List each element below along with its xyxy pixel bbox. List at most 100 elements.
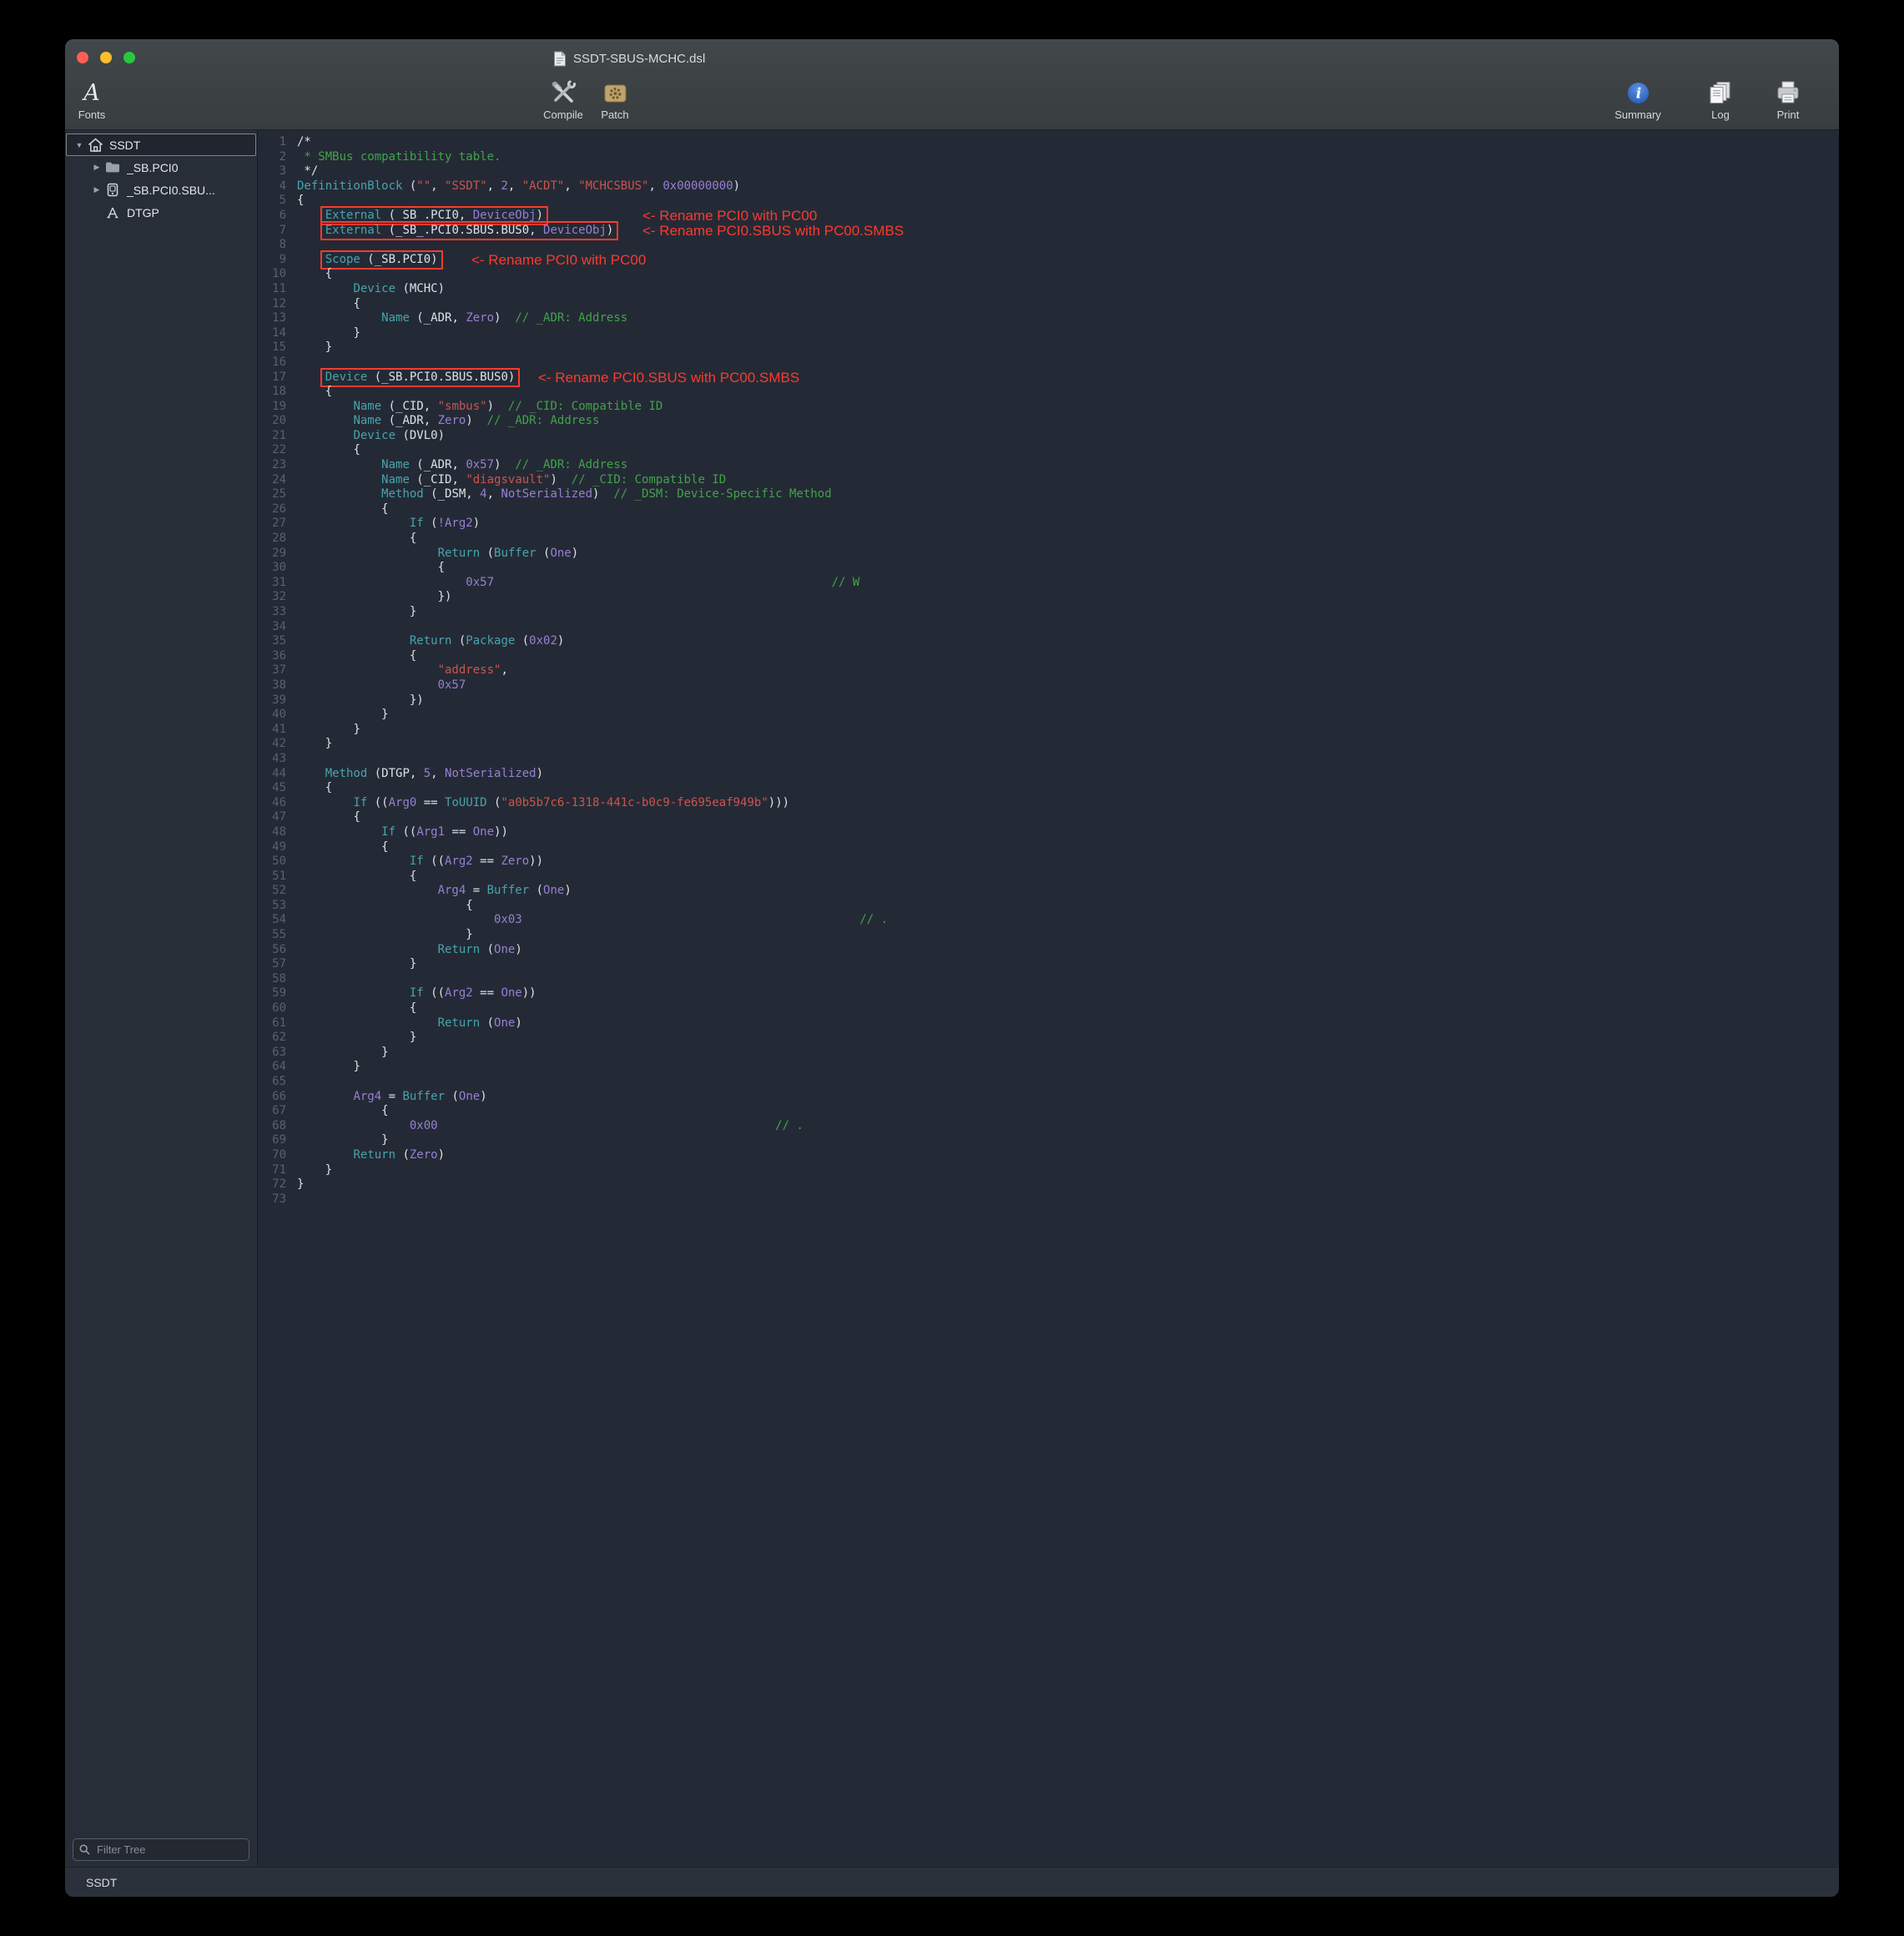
patch-button[interactable]: Patch xyxy=(569,78,661,121)
code-line[interactable]: 26 { xyxy=(258,502,1839,517)
filter-tree-input[interactable] xyxy=(95,1843,243,1857)
code-line[interactable]: 44 Method (DTGP, 5, NotSerialized) xyxy=(258,767,1839,782)
code-line[interactable]: 1/* xyxy=(258,135,1839,150)
filter-tree-field[interactable] xyxy=(73,1838,249,1861)
line-number: 60 xyxy=(258,1001,297,1016)
code-line[interactable]: 69 } xyxy=(258,1133,1839,1148)
code-line[interactable]: 17 Device (_SB.PCI0.SBUS.BUS0)<- Rename … xyxy=(258,371,1839,386)
printer-icon xyxy=(1775,78,1801,108)
code-line[interactable]: 65 xyxy=(258,1075,1839,1090)
disclosure-triangle-icon[interactable]: ▶ xyxy=(90,163,103,172)
code-line[interactable]: 31 0x57 // W xyxy=(258,576,1839,591)
disclosure-triangle-icon[interactable]: ▶ xyxy=(90,185,103,194)
code-line[interactable]: 45 { xyxy=(258,781,1839,796)
code-line[interactable]: 8 xyxy=(258,238,1839,253)
code-line[interactable]: 4DefinitionBlock ("", "SSDT", 2, "ACDT",… xyxy=(258,179,1839,194)
code-line[interactable]: 46 If ((Arg0 == ToUUID ("a0b5b7c6-1318-4… xyxy=(258,796,1839,811)
code-line[interactable]: 48 If ((Arg1 == One)) xyxy=(258,825,1839,840)
code-line[interactable]: 38 0x57 xyxy=(258,678,1839,693)
code-line[interactable]: 51 { xyxy=(258,870,1839,885)
code-line[interactable]: 72} xyxy=(258,1177,1839,1192)
code-line[interactable]: 59 If ((Arg2 == One)) xyxy=(258,986,1839,1001)
code-line[interactable]: 9 Scope (_SB.PCI0)<- Rename PCI0 with PC… xyxy=(258,253,1839,268)
code-line[interactable]: 27 If (!Arg2) xyxy=(258,517,1839,532)
tree-row-dtgp[interactable]: DTGP xyxy=(65,201,257,224)
code-line[interactable]: 24 Name (_CID, "diagsvault") // _CID: Co… xyxy=(258,473,1839,488)
code-line[interactable]: 10 { xyxy=(258,267,1839,282)
summary-button[interactable]: i Summary xyxy=(1592,78,1684,121)
rename-annotation: <- Rename PCI0.SBUS with PC00.SMBS xyxy=(642,223,904,239)
code-line[interactable]: 30 { xyxy=(258,561,1839,576)
code-line[interactable]: 25 Method (_DSM, 4, NotSerialized) // _D… xyxy=(258,487,1839,502)
code-line[interactable]: 54 0x03 // . xyxy=(258,913,1839,928)
code-line[interactable]: 52 Arg4 = Buffer (One) xyxy=(258,884,1839,899)
print-button[interactable]: Print xyxy=(1742,78,1834,121)
code-line[interactable]: 33 } xyxy=(258,605,1839,620)
code-line[interactable]: 67 { xyxy=(258,1104,1839,1119)
zoom-button[interactable] xyxy=(123,52,135,63)
code-line[interactable]: 41 } xyxy=(258,723,1839,738)
line-number: 43 xyxy=(258,752,297,767)
code-line[interactable]: 60 { xyxy=(258,1001,1839,1016)
code-line[interactable]: 50 If ((Arg2 == Zero)) xyxy=(258,855,1839,870)
code-line[interactable]: 15 } xyxy=(258,340,1839,355)
code-line[interactable]: 61 Return (One) xyxy=(258,1016,1839,1031)
code-line[interactable]: 68 0x00 // . xyxy=(258,1119,1839,1134)
code-line[interactable]: 19 Name (_CID, "smbus") // _CID: Compati… xyxy=(258,400,1839,415)
code-line[interactable]: 29 Return (Buffer (One) xyxy=(258,547,1839,562)
code-line[interactable]: 53 { xyxy=(258,899,1839,914)
line-number: 42 xyxy=(258,737,297,752)
minimize-button[interactable] xyxy=(100,52,112,63)
code-line[interactable]: 57 } xyxy=(258,957,1839,972)
code-line[interactable]: 55 } xyxy=(258,928,1839,943)
code-line[interactable]: 64 } xyxy=(258,1060,1839,1075)
code-line[interactable]: 71 } xyxy=(258,1163,1839,1178)
code-line[interactable]: 35 Return (Package (0x02) xyxy=(258,634,1839,649)
code-line[interactable]: 23 Name (_ADR, 0x57) // _ADR: Address xyxy=(258,458,1839,473)
code-line[interactable]: 3 */ xyxy=(258,164,1839,179)
disclosure-triangle-icon[interactable]: ▼ xyxy=(73,141,86,149)
line-number: 73 xyxy=(258,1192,297,1207)
fonts-button[interactable]: A Fonts xyxy=(65,78,138,121)
code-line[interactable]: 56 Return (One) xyxy=(258,943,1839,958)
code-line[interactable]: 70 Return (Zero) xyxy=(258,1148,1839,1163)
code-line[interactable]: 12 { xyxy=(258,297,1839,312)
code-line[interactable]: 2 * SMBus compatibility table. xyxy=(258,150,1839,165)
rename-highlight-box: Device (_SB.PCI0.SBUS.BUS0) xyxy=(320,368,521,387)
code-line[interactable]: 40 } xyxy=(258,708,1839,723)
code-line[interactable]: 42 } xyxy=(258,737,1839,752)
code-line[interactable]: 34 xyxy=(258,620,1839,635)
code-line[interactable]: 63 } xyxy=(258,1046,1839,1061)
code-line[interactable]: 11 Device (MCHC) xyxy=(258,282,1839,297)
code-line[interactable]: 21 Device (DVL0) xyxy=(258,429,1839,444)
code-line[interactable]: 66 Arg4 = Buffer (One) xyxy=(258,1090,1839,1105)
code-line[interactable]: 28 { xyxy=(258,532,1839,547)
code-text: * SMBus compatibility table. xyxy=(297,150,501,165)
line-number: 17 xyxy=(258,371,297,386)
code-text: } xyxy=(297,708,389,723)
code-line[interactable]: 49 { xyxy=(258,840,1839,855)
tree-row--sb-pci0[interactable]: ▶_SB.PCI0 xyxy=(65,156,257,179)
code-line[interactable]: 20 Name (_ADR, Zero) // _ADR: Address xyxy=(258,414,1839,429)
code-line[interactable]: 14 } xyxy=(258,326,1839,341)
code-line[interactable]: 13 Name (_ADR, Zero) // _ADR: Address xyxy=(258,311,1839,326)
code-line[interactable]: 36 { xyxy=(258,649,1839,664)
code-line[interactable]: 7 External (_SB_.PCI0.SBUS.BUS0, DeviceO… xyxy=(258,224,1839,239)
code-text: Name (_ADR, Zero) // _ADR: Address xyxy=(297,414,599,429)
code-line[interactable]: 18 { xyxy=(258,385,1839,400)
code-line[interactable]: 62 } xyxy=(258,1031,1839,1046)
code-line[interactable]: 58 xyxy=(258,972,1839,987)
code-line[interactable]: 73 xyxy=(258,1192,1839,1207)
code-line[interactable]: 47 { xyxy=(258,810,1839,825)
code-text: Return (Buffer (One) xyxy=(297,547,578,562)
tree-row-ssdt[interactable]: ▼SSDT xyxy=(66,134,256,156)
code-line[interactable]: 22 { xyxy=(258,443,1839,458)
code-text: If ((Arg1 == One)) xyxy=(297,825,508,840)
tree-row--sb-pci0-sbu-[interactable]: ▶_SB.PCI0.SBU... xyxy=(65,179,257,201)
code-line[interactable]: 43 xyxy=(258,752,1839,767)
code-line[interactable]: 32 }) xyxy=(258,590,1839,605)
close-button[interactable] xyxy=(77,52,88,63)
code-line[interactable]: 37 "address", xyxy=(258,663,1839,678)
code-line[interactable]: 39 }) xyxy=(258,693,1839,708)
code-editor[interactable]: 1/*2 * SMBus compatibility table.3 */4De… xyxy=(258,130,1839,1867)
